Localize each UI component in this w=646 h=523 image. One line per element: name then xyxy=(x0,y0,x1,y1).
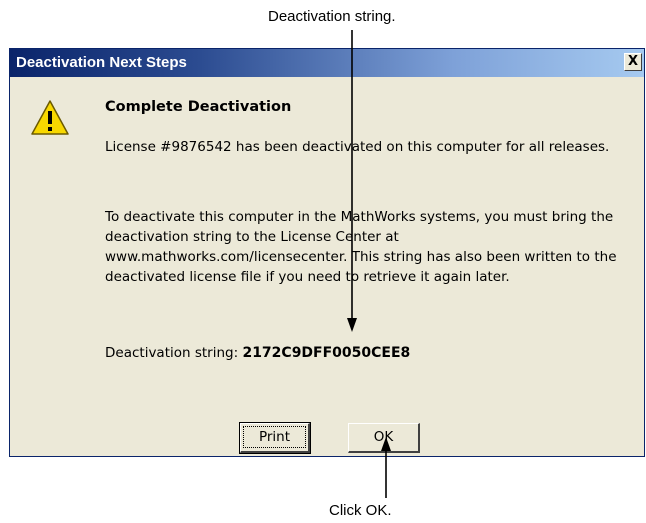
close-button[interactable]: X xyxy=(624,53,642,71)
deactivation-string-label: Deactivation string: xyxy=(105,345,239,361)
deactivation-string-row: Deactivation string: 2172C9DFF0050CEE8 xyxy=(105,343,410,363)
deactivation-dialog: Deactivation Next Steps X Complete Deact… xyxy=(9,48,645,457)
print-button[interactable]: Print xyxy=(239,422,311,454)
license-status-text: License #9876542 has been deactivated on… xyxy=(105,139,610,155)
annotation-click-ok: Click OK. xyxy=(329,502,392,519)
ok-button[interactable]: OK xyxy=(348,423,420,453)
annotation-deactivation-string: Deactivation string. xyxy=(268,8,396,25)
warning-icon xyxy=(31,100,69,135)
dialog-title: Deactivation Next Steps xyxy=(16,54,187,71)
deactivation-string-value: 2172C9DFF0050CEE8 xyxy=(242,345,411,361)
print-button-label: Print xyxy=(243,426,306,448)
dialog-heading: Complete Deactivation xyxy=(105,99,292,115)
instructions-text: To deactivate this computer in the MathW… xyxy=(105,209,617,285)
title-bar: Deactivation Next Steps X xyxy=(10,49,644,77)
